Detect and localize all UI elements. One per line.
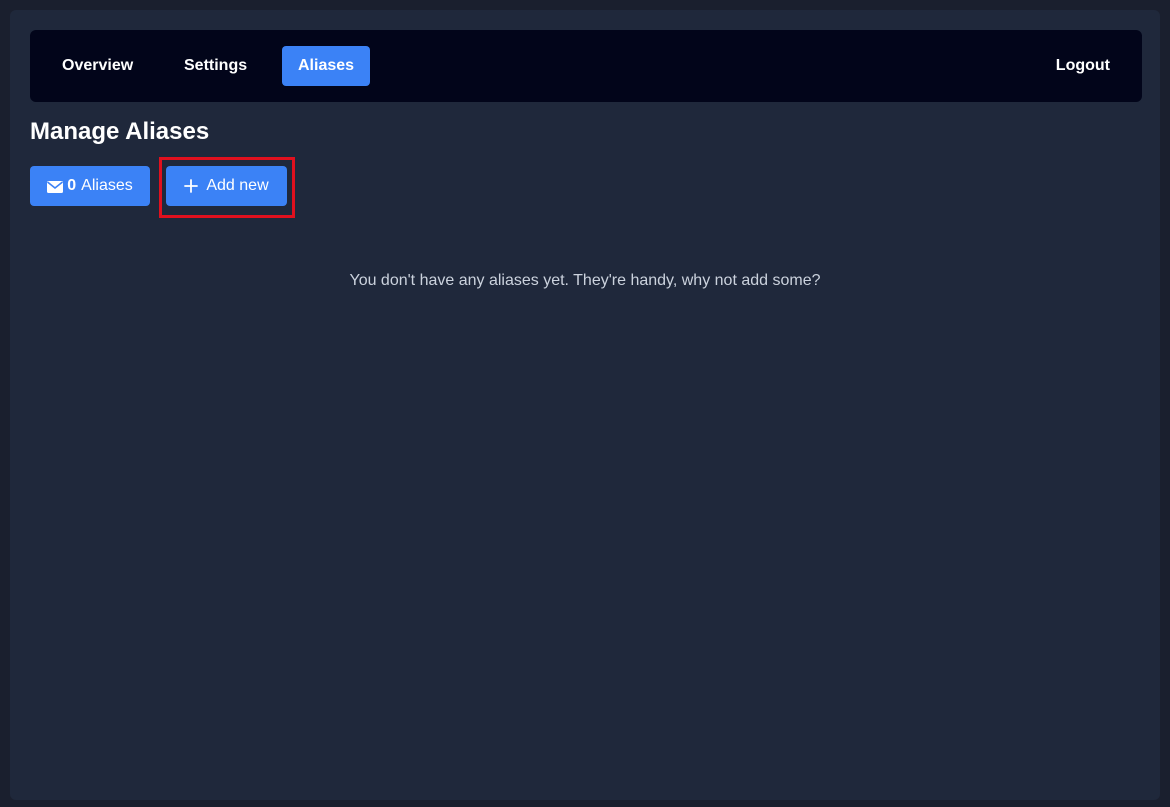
nav-settings-link[interactable]: Settings <box>168 46 263 86</box>
add-new-label: Add new <box>206 177 269 194</box>
plus-icon <box>184 179 199 193</box>
alias-count-label: Aliases <box>81 177 133 194</box>
envelope-icon <box>47 180 64 193</box>
empty-state-message: You don't have any aliases yet. They're … <box>349 272 821 289</box>
top-navbar: Overview Settings Aliases Logout <box>30 30 1142 102</box>
alias-count-value: 0 <box>67 177 77 194</box>
nav-aliases-link[interactable]: Aliases <box>282 46 371 86</box>
add-new-button[interactable]: Add new <box>166 166 287 206</box>
app-frame: Overview Settings Aliases Logout Manage … <box>10 10 1160 800</box>
nav-overview-link[interactable]: Overview <box>46 46 149 86</box>
alias-count-button[interactable]: 0 Aliases <box>30 166 150 206</box>
logout-link[interactable]: Logout <box>1040 46 1126 86</box>
page-title: Manage Aliases <box>30 118 210 145</box>
